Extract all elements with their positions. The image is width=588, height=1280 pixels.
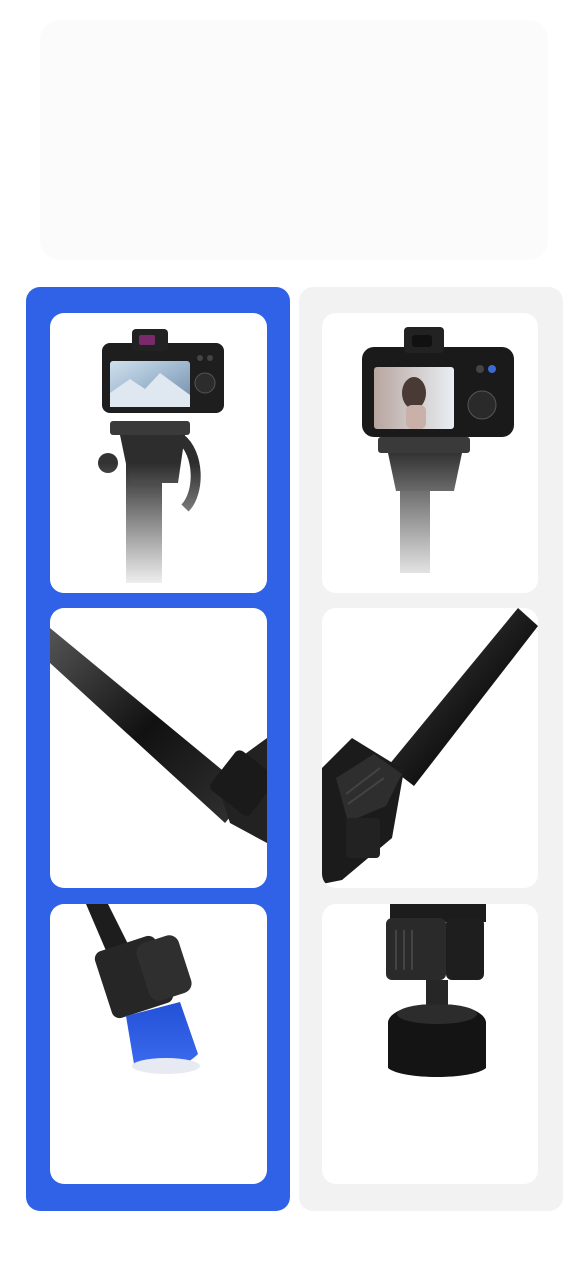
flip-lock-icon	[322, 608, 538, 884]
round-foot-photo	[322, 904, 538, 1184]
dslr-tripod-icon	[322, 327, 538, 593]
highlighted-product-column[interactable]	[26, 287, 290, 1211]
dslr-pan-head-photo	[322, 313, 538, 593]
round-foot-icon	[386, 904, 486, 1077]
rubber-foot-icon	[86, 904, 200, 1074]
flip-lock-clamp-photo	[322, 608, 538, 888]
top-blank-area	[40, 20, 548, 260]
tube-clamp-icon	[50, 628, 267, 843]
comparison-product-column[interactable]	[299, 287, 563, 1211]
leg-tube-clamp-photo	[50, 608, 267, 888]
camera-pan-head-photo	[50, 313, 267, 593]
camera-tripod-icon	[50, 329, 267, 593]
rubber-foot-photo	[50, 904, 267, 1184]
